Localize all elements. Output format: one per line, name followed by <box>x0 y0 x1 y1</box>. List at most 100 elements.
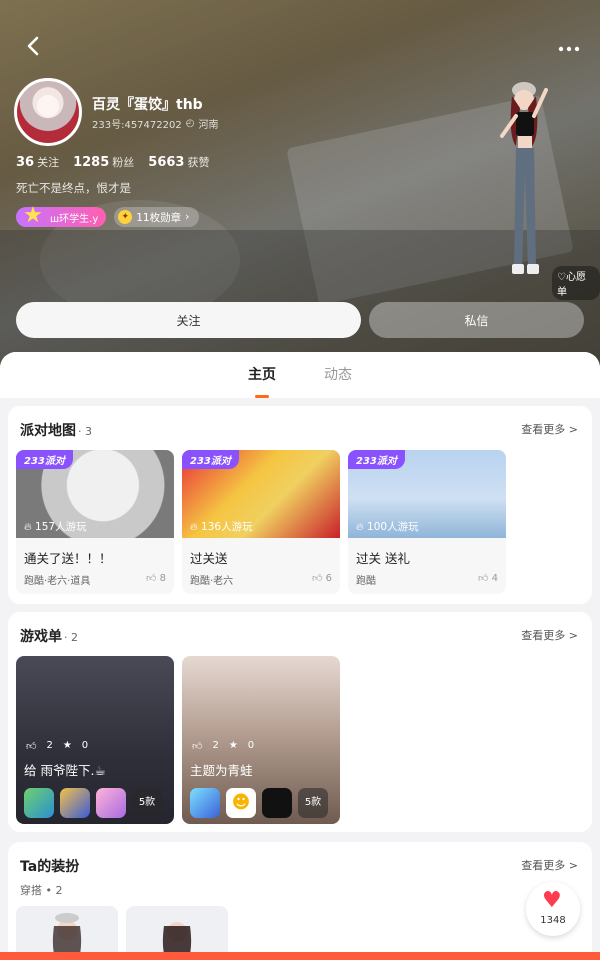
wishlist-button[interactable]: ♡心愿单 <box>552 266 600 300</box>
game-icons: 5款 <box>24 788 162 818</box>
section-count: · 2 <box>64 631 78 644</box>
likes-text: 4 <box>491 573 498 584</box>
stat-likes[interactable]: 5663 获赞 <box>148 154 209 170</box>
flame-icon: 🔥︎ <box>190 521 202 533</box>
plays-text: 157人游玩 <box>35 521 87 533</box>
star-icon: ★ <box>228 740 238 751</box>
party-plays: 🔥︎ 136人游玩 <box>190 519 253 534</box>
outfit-subtitle: 穿搭 • 2 <box>20 884 63 897</box>
medal-icon: ✦ <box>118 210 133 224</box>
game-list-section: 游戏单 · 2 查看更多 > 👍︎ 2 ★ 0 给 雨爷陛下.☕ 5款 👍︎ 2 ★ 0 … <box>8 612 592 832</box>
game-icon <box>96 788 126 818</box>
party-tags: 跑酷·老六·道具 <box>24 576 91 587</box>
stat-label: 获赞 <box>187 156 210 169</box>
game-icon <box>190 788 220 818</box>
bio: 死亡不是终点，恨才是 <box>16 181 131 195</box>
profile-header: 百灵『蛋饺』thb 233号:457472202 ◴ 河南 36 关注 1285… <box>0 0 600 372</box>
game-list-meta: 👍︎ 2 ★ 0 <box>192 740 254 752</box>
flame-icon: 🔥︎ <box>24 521 36 533</box>
game-count: 5款 <box>298 788 328 818</box>
stat-value: 5663 <box>148 155 185 170</box>
party-map-card[interactable]: 233派对 🔥︎ 100人游玩 过关 送礼 跑酷 👍︎ 4 <box>348 450 506 594</box>
avatar-face <box>37 95 59 117</box>
username: 百灵『蛋饺』thb <box>92 97 203 113</box>
flame-icon: 🔥︎ <box>356 521 368 533</box>
stats-row: 36 关注 1285 粉丝 5663 获赞 <box>16 154 209 170</box>
game-list-meta: 👍︎ 2 ★ 0 <box>26 740 88 752</box>
party-thumbnail: 233派对 🔥︎ 100人游玩 <box>348 450 506 538</box>
thumb-up-icon: 👍︎ <box>192 741 203 752</box>
star-icon: ★ <box>62 740 72 751</box>
game-icon <box>60 788 90 818</box>
party-map-card[interactable]: 233派对 🔥︎ 157人游玩 通关了送！！！ 跑酷·老六·道具 👍︎ 8 <box>16 450 174 594</box>
game-icons: ☻ 5款 <box>190 788 328 818</box>
plays-text: 100人游玩 <box>367 521 419 533</box>
like-count: 1348 <box>540 915 566 926</box>
game-icon <box>262 788 292 818</box>
thumb-up-icon: 👍︎ <box>477 573 492 584</box>
party-title: 通关了送！！！ <box>24 551 112 566</box>
title-badge-text: ш环学生.y <box>50 213 99 225</box>
star-mascot-icon: ★ <box>23 203 43 228</box>
title-badge[interactable]: ★ ш环学生.y <box>16 203 107 228</box>
more-dots-icon <box>558 46 580 52</box>
thumb-up-icon: 👍︎ <box>311 573 326 584</box>
party-title: 过关 送礼 <box>356 551 410 566</box>
tab-label: 主页 <box>248 367 276 383</box>
tab-dynamics[interactable]: 动态 <box>324 352 352 398</box>
plays-text: 136人游玩 <box>201 521 253 533</box>
party-likes: 👍︎ 4 <box>478 572 498 584</box>
see-more-link[interactable]: 查看更多 > <box>521 627 578 643</box>
like-button[interactable]: ♥ 1348 <box>526 882 580 936</box>
outfit-section: Ta的装扮 查看更多 > 穿搭 • 2 <box>8 842 592 960</box>
party-plays: 🔥︎ 100人游玩 <box>356 519 419 534</box>
emoji-game-icon: ☻ <box>226 788 256 818</box>
likes-text: 2 <box>212 740 219 751</box>
avatar[interactable] <box>14 78 82 146</box>
game-count: 5款 <box>132 788 162 818</box>
game-list-title: 主题为青蛙 <box>190 763 253 778</box>
stat-value: 36 <box>16 155 35 170</box>
party-map-card[interactable]: 233派对 🔥︎ 136人游玩 过关送 跑酷·老六 👍︎ 6 <box>182 450 340 594</box>
heart-icon: ♥ <box>542 888 562 913</box>
thumb-up-icon: 👍︎ <box>26 741 37 752</box>
likes-text: 8 <box>159 573 166 584</box>
see-more-link[interactable]: 查看更多 > <box>521 421 578 437</box>
badge-row: ★ ш环学生.y ✦ 11枚勋章 › <box>16 203 200 228</box>
game-list-card[interactable]: 👍︎ 2 ★ 0 给 雨爷陛下.☕ 5款 <box>16 656 174 824</box>
profile-content: 主页 动态 派对地图 · 3 查看更多 > 233派对 🔥︎ 157人游玩 通关了… <box>0 352 600 960</box>
likes-text: 2 <box>46 740 53 751</box>
see-more-link[interactable]: 查看更多 > <box>521 857 578 873</box>
party-tag: 233派对 <box>348 450 405 469</box>
party-tag: 233派对 <box>182 450 239 469</box>
party-plays: 🔥︎ 157人游玩 <box>24 519 87 534</box>
medals-button[interactable]: ✦ 11枚勋章 › <box>114 207 200 227</box>
game-list-title: 给 雨爷陛下.☕ <box>24 763 106 778</box>
section-title-text: 派对地图 <box>20 423 76 439</box>
party-thumbnail: 233派对 🔥︎ 157人游玩 <box>16 450 174 538</box>
game-list-card[interactable]: 👍︎ 2 ★ 0 主题为青蛙 ☻ 5款 <box>182 656 340 824</box>
back-button[interactable] <box>22 34 46 58</box>
tab-label: 动态 <box>324 367 352 383</box>
party-likes: 👍︎ 8 <box>146 572 166 584</box>
party-likes: 👍︎ 6 <box>312 572 332 584</box>
party-title: 过关送 <box>190 551 228 566</box>
likes-text: 6 <box>325 573 332 584</box>
stat-fans[interactable]: 1285 粉丝 <box>73 154 134 170</box>
stat-label: 粉丝 <box>112 156 135 169</box>
follow-button[interactable]: 关注 <box>16 302 361 338</box>
bottom-bar <box>0 952 600 960</box>
uid-text: 233号:457472202 <box>92 120 182 131</box>
thumb-up-icon: 👍︎ <box>145 573 160 584</box>
tab-home[interactable]: 主页 <box>248 352 276 398</box>
message-button[interactable]: 私信 <box>369 302 584 338</box>
party-thumbnail: 233派对 🔥︎ 136人游玩 <box>182 450 340 538</box>
avatar-character-figure[interactable] <box>494 76 574 286</box>
chevron-right-icon: › <box>185 211 190 223</box>
section-title: 游戏单 · 2 <box>20 626 78 646</box>
section-count: · 3 <box>78 425 92 438</box>
party-tags: 跑酷·老六 <box>190 576 234 587</box>
section-title: 派对地图 · 3 <box>20 420 92 440</box>
stat-following[interactable]: 36 关注 <box>16 154 59 170</box>
more-options-button[interactable] <box>558 34 580 58</box>
